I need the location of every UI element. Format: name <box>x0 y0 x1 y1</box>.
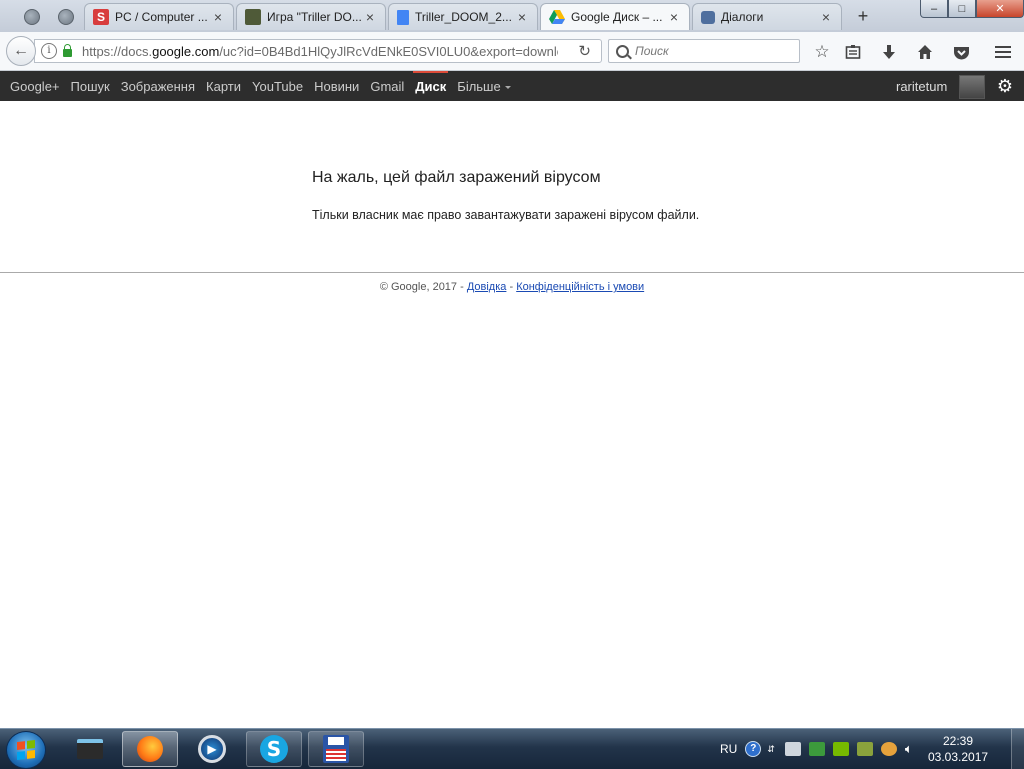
gbar-item-youtube[interactable]: YouTube <box>252 71 303 101</box>
nvidia-icon[interactable] <box>832 742 849 756</box>
lock-icon <box>63 44 72 57</box>
info-icon[interactable]: i <box>41 43 57 59</box>
messages-icon <box>701 10 715 24</box>
close-icon[interactable]: × <box>363 9 377 25</box>
tab-strip: S PC / Computer ... × Игра "Triller DO..… <box>0 0 1024 32</box>
gbar-item-more[interactable]: Більше <box>457 71 511 101</box>
page-content: На жаль, цей файл заражений вірусом Тіль… <box>0 101 1024 728</box>
url-text[interactable]: https://docs.google.com/uc?id=0B4Bd1HlQy… <box>82 44 558 59</box>
chevron-down-icon <box>504 86 511 90</box>
taskbar-firefox[interactable] <box>122 731 178 767</box>
gear-icon[interactable]: ⚙ <box>995 75 1015 97</box>
document-icon <box>397 9 409 25</box>
back-arrow-icon: ← <box>13 42 29 59</box>
privacy-terms-link[interactable]: Конфіденційність і умови <box>516 281 644 293</box>
tab-dialogs[interactable]: Діалоги × <box>692 3 842 30</box>
gbar-item-search[interactable]: Пошук <box>71 71 110 101</box>
show-desktop-button[interactable] <box>1011 729 1024 769</box>
address-bar[interactable]: i https://docs.google.com/uc?id=0B4Bd1Hl… <box>34 39 602 63</box>
taskbar: ▶ S RU ? ⇵ 🔈︎ 22:39 03.03.2017 <box>0 728 1024 769</box>
tab-pc-computer[interactable]: S PC / Computer ... × <box>84 3 234 30</box>
pocket-icon[interactable] <box>950 41 972 63</box>
window-controls: – □ ✕ <box>920 0 1024 18</box>
gbar-item-images[interactable]: Зображення <box>121 71 195 101</box>
network-icon[interactable] <box>784 742 801 756</box>
close-icon[interactable]: × <box>515 9 529 25</box>
tab-triller-doom-file[interactable]: Triller_DOOM_2... × <box>388 3 538 30</box>
minimize-button[interactable]: – <box>920 0 948 18</box>
divider <box>0 272 1024 273</box>
download-icon[interactable] <box>878 41 900 63</box>
pinned-tab-1[interactable] <box>18 4 46 30</box>
gbar-item-google-plus[interactable]: Google+ <box>10 71 60 101</box>
pinned-tab-2[interactable] <box>52 4 80 30</box>
globe-icon <box>58 9 74 25</box>
s-logo-icon: S <box>93 9 109 25</box>
game-icon <box>245 9 261 25</box>
star-icon[interactable]: ☆ <box>811 41 833 63</box>
firefox-icon <box>137 736 163 762</box>
printer-icon <box>77 739 103 759</box>
menu-icon[interactable] <box>992 41 1014 63</box>
reading-list-icon[interactable] <box>842 41 864 63</box>
driver-icon[interactable] <box>856 742 873 756</box>
home-icon[interactable] <box>914 41 936 63</box>
skype-icon: S <box>260 735 288 763</box>
avatar[interactable] <box>959 75 985 99</box>
reload-icon[interactable]: ↻ <box>578 42 591 60</box>
close-icon[interactable]: × <box>819 9 833 25</box>
media-player-icon: ▶ <box>198 735 226 763</box>
floppy-disk-icon <box>323 735 349 763</box>
gbar-item-gmail[interactable]: Gmail <box>370 71 404 101</box>
windows-logo-icon <box>17 740 35 760</box>
taskbar-media-player[interactable]: ▶ <box>184 731 240 767</box>
globe-icon <box>24 9 40 25</box>
start-button[interactable] <box>6 731 46 769</box>
page-title: На жаль, цей файл заражений вірусом <box>312 169 601 186</box>
navigation-bar: i https://docs.google.com/uc?id=0B4Bd1Hl… <box>0 32 1024 71</box>
clock[interactable]: 22:39 03.03.2017 <box>928 733 988 765</box>
user-name[interactable]: raritetum <box>896 71 947 103</box>
footer: © Google, 2017 - Довідка - Конфіденційні… <box>379 281 645 293</box>
back-button[interactable]: ← <box>6 36 36 66</box>
help-link[interactable]: Довідка <box>467 281 507 293</box>
tab-google-drive[interactable]: Google Диск – ... × <box>540 3 690 30</box>
error-message: Тільки власник має право завантажувати з… <box>312 208 700 222</box>
google-services-nav: Google+ Пошук Зображення Карти YouTube Н… <box>10 71 522 101</box>
google-drive-icon <box>549 9 565 25</box>
gbar-item-maps[interactable]: Карти <box>206 71 241 101</box>
help-icon[interactable]: ? <box>745 741 762 757</box>
close-icon[interactable]: × <box>667 9 681 25</box>
taskbar-save-app[interactable] <box>308 731 364 767</box>
security-icon[interactable] <box>808 742 825 756</box>
maximize-button[interactable]: □ <box>948 0 976 18</box>
search-input[interactable]: Поиск <box>608 39 800 63</box>
tab-triller-game[interactable]: Игра "Triller DO... × <box>236 3 386 30</box>
player-tray-icon[interactable] <box>880 742 897 756</box>
search-icon <box>616 44 629 58</box>
volume-icon[interactable]: 🔈︎ <box>905 742 921 756</box>
close-icon[interactable]: × <box>211 9 225 25</box>
taskbar-skype[interactable]: S <box>246 731 302 767</box>
gbar-item-news[interactable]: Новини <box>314 71 359 101</box>
taskbar-printer-app[interactable] <box>62 731 118 767</box>
gbar-item-drive[interactable]: Диск <box>413 71 449 101</box>
google-bar: Google+ Пошук Зображення Карти YouTube Н… <box>0 71 1024 101</box>
show-hidden-icons-button[interactable]: ⇵ <box>767 744 775 755</box>
close-window-button[interactable]: ✕ <box>976 0 1024 18</box>
system-tray: RU ? ⇵ 🔈︎ <box>720 729 929 769</box>
language-indicator[interactable]: RU <box>720 742 737 756</box>
new-tab-button[interactable]: + <box>852 5 874 27</box>
